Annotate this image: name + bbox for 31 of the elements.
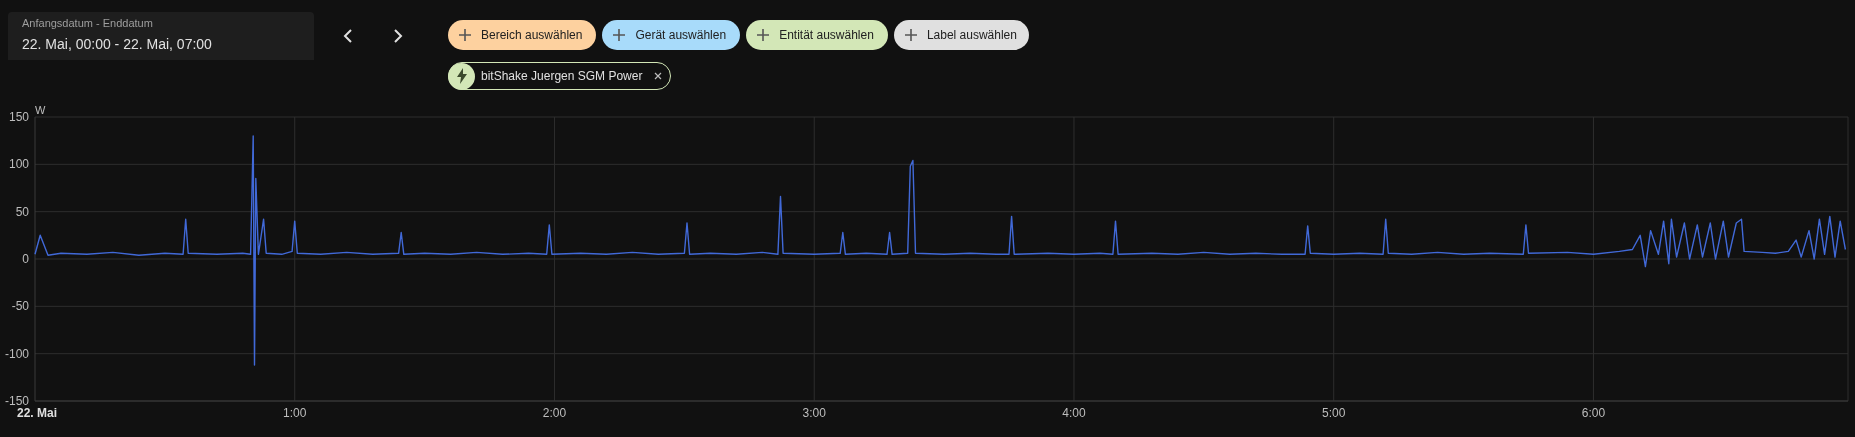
close-icon[interactable] <box>654 72 663 80</box>
plus-icon <box>612 28 627 42</box>
y-axis-unit: W <box>35 104 46 116</box>
x-axis-label: 22. Mai <box>17 406 58 420</box>
date-range-field[interactable]: Anfangsdatum - Enddatum 22. Mai, 00:00 - 22. Mai, 07:00 <box>8 12 314 60</box>
y-axis-label: 50 <box>15 204 29 219</box>
x-axis-label: 6:00 <box>1581 406 1606 420</box>
y-axis-label: 0 <box>22 252 29 266</box>
chevron-left-icon <box>343 29 353 43</box>
x-axis-label: 5:00 <box>1322 406 1346 420</box>
y-axis-label: -50 <box>11 299 29 314</box>
field-label: Anfangsdatum - Enddatum <box>22 17 154 31</box>
entity-name: bitShake Juergen SGM Power <box>481 68 643 85</box>
chevron-right-icon <box>393 29 403 43</box>
y-axis-label: -150 <box>4 394 29 408</box>
add-filter-button[interactable]: Bereich auswählen <box>448 20 597 50</box>
x-axis-label: 1:00 <box>283 406 307 420</box>
x-axis-label: 2:00 <box>542 406 567 420</box>
y-axis-label: -100 <box>4 346 29 361</box>
lightning-icon <box>456 68 467 84</box>
plus-icon <box>458 28 472 42</box>
add-filter-button[interactable]: Gerät auswählen <box>602 20 741 50</box>
y-axis-label: 100 <box>8 157 29 172</box>
plus-icon <box>756 28 771 42</box>
x-axis-label: 3:00 <box>802 406 826 420</box>
y-axis-label: 150 <box>8 110 29 124</box>
plus-icon <box>903 28 918 42</box>
add-filter-button[interactable]: Label auswählen <box>893 20 1029 50</box>
field-value: 22. Mai, 00:00 - 22. Mai, 07:00 <box>22 34 213 54</box>
x-axis-label: 4:00 <box>1062 406 1086 420</box>
add-filter-button[interactable]: Entität auswählen <box>746 20 888 50</box>
